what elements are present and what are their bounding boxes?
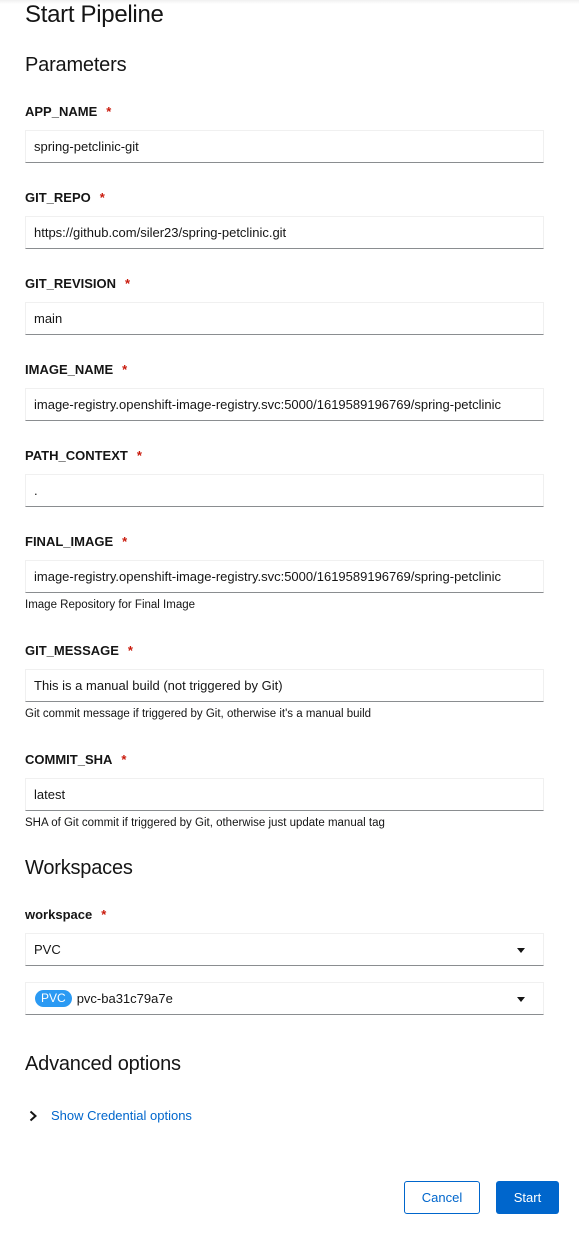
required-mark: * xyxy=(99,189,105,205)
required-mark: * xyxy=(106,103,112,119)
git-repo-label: GIT_REPO * xyxy=(25,189,105,205)
required-mark: * xyxy=(122,361,128,377)
path-context-label: PATH_CONTEXT * xyxy=(25,447,142,463)
cancel-button[interactable]: Cancel xyxy=(404,1181,480,1214)
git-repo-input[interactable]: https://github.com/siler23/spring-petcli… xyxy=(25,216,544,249)
commit-sha-input[interactable]: latest xyxy=(25,778,544,811)
required-mark: * xyxy=(127,642,133,658)
git-message-helper: Git commit message if triggered by Git, … xyxy=(25,708,372,720)
git-revision-label: GIT_REVISION * xyxy=(25,275,131,291)
parameters-heading: Parameters xyxy=(25,54,127,76)
commit-sha-helper: SHA of Git commit if triggered by Git, o… xyxy=(25,817,385,829)
caret-down-icon xyxy=(517,948,525,953)
path-context-input[interactable]: . xyxy=(25,474,544,507)
commit-sha-label: COMMIT_SHA * xyxy=(25,751,127,767)
required-mark: * xyxy=(122,533,128,549)
git-message-input[interactable]: This is a manual build (not triggered by… xyxy=(25,669,544,702)
workspace-label: workspace * xyxy=(25,906,107,922)
show-credential-options-link[interactable]: Show Credential options xyxy=(51,1108,192,1123)
final-image-helper: Image Repository for Final Image xyxy=(25,599,196,611)
pvc-badge: PVC xyxy=(35,990,72,1007)
workspace-type-select[interactable]: PVC xyxy=(25,933,544,966)
required-mark: * xyxy=(125,275,131,291)
image-name-input[interactable]: image-registry.openshift-image-registry.… xyxy=(25,388,544,421)
workspaces-heading: Workspaces xyxy=(25,857,133,879)
git-message-label: GIT_MESSAGE * xyxy=(25,642,133,658)
start-button[interactable]: Start xyxy=(496,1181,559,1214)
caret-down-icon xyxy=(517,997,525,1002)
final-image-input[interactable]: image-registry.openshift-image-registry.… xyxy=(25,560,544,593)
app-name-label: APP_NAME * xyxy=(25,103,112,119)
chevron-right-icon[interactable] xyxy=(27,1109,39,1123)
advanced-options-heading: Advanced options xyxy=(25,1053,181,1075)
page-title: Start Pipeline xyxy=(25,1,164,28)
image-name-label: IMAGE_NAME * xyxy=(25,361,128,377)
required-mark: * xyxy=(101,906,107,922)
pvc-select[interactable]: PVC pvc-ba31c79a7e xyxy=(25,982,544,1015)
required-mark: * xyxy=(136,447,142,463)
required-mark: * xyxy=(121,751,127,767)
final-image-label: FINAL_IMAGE * xyxy=(25,533,128,549)
pvc-name: pvc-ba31c79a7e xyxy=(76,991,173,1006)
git-revision-input[interactable]: main xyxy=(25,302,544,335)
app-name-input[interactable]: spring-petclinic-git xyxy=(25,130,544,163)
